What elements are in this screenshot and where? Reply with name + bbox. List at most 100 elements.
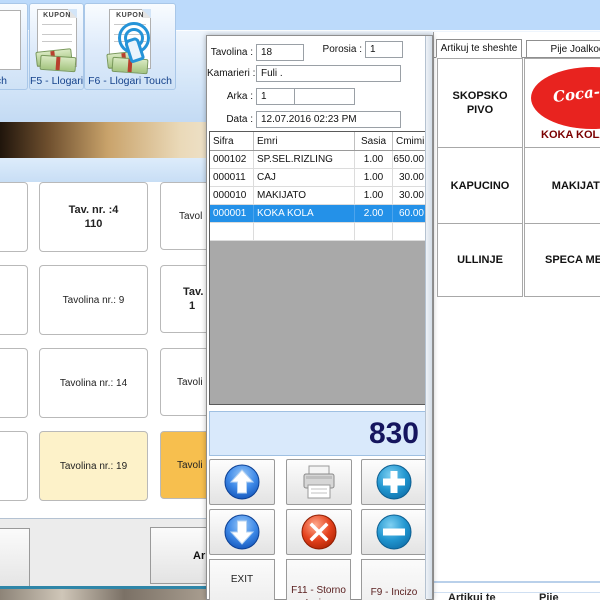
plus-icon <box>374 462 414 502</box>
bottom-tab-fragment[interactable]: Artikuj te <box>448 592 496 600</box>
toolbar-button-label: F5 - Llogari <box>30 75 83 87</box>
f6-llogari-touch-button[interactable]: KUPON F6 - Llogari Touch <box>84 3 176 90</box>
f5-llogari-button[interactable]: KUPON F5 - Llogari <box>29 3 84 90</box>
data-field[interactable]: 12.07.2016 02:23 PM <box>256 111 401 128</box>
tab-label: Pije <box>539 592 559 600</box>
porosia-label: Porosia : <box>312 44 362 55</box>
column-header-cmimi[interactable]: Cmimi <box>393 132 427 150</box>
table-row-selected[interactable]: 000001 KOKA KOLA 2.00 60.00 <box>210 205 427 223</box>
kupon-receipt-icon <box>0 10 21 70</box>
table-button-partial[interactable] <box>0 182 28 252</box>
tab-label: Artikuj te <box>448 592 496 600</box>
column-header-sasia[interactable]: Sasia <box>355 132 393 150</box>
column-header-emri[interactable]: Emri <box>254 132 355 150</box>
cell-sifra: 000010 <box>210 187 254 204</box>
minus-icon <box>374 512 414 552</box>
move-up-button[interactable] <box>209 459 275 505</box>
tab-pije-joalkoolike[interactable]: Pije Joalkoolike <box>526 40 600 58</box>
kamarieri-field[interactable]: Fuli . <box>256 65 401 82</box>
table-button-label: Tav. <box>183 285 203 299</box>
product-label: ULLINJE <box>457 253 503 267</box>
cancel-button[interactable] <box>286 509 352 555</box>
grid-header-row: Sifra Emri Sasia Cmimi <box>210 132 427 151</box>
product-label: SPECA ME LAKEN <box>545 253 600 267</box>
cell-sasia: 1.00 <box>355 151 393 168</box>
f11-storno-button[interactable]: F11 - Storno Incizo <box>286 559 351 600</box>
order-items-grid: Sifra Emri Sasia Cmimi 000102 SP.SEL.RIZ… <box>209 131 428 405</box>
arka-label: Arka : <box>207 91 253 102</box>
vertical-scrollbar[interactable] <box>425 36 432 599</box>
table-button-19[interactable]: Tavolina nr.: 19 <box>39 431 148 501</box>
cell-emri: SP.SEL.RIZLING <box>254 151 355 168</box>
product-label: SKOPSKO PIVO <box>438 89 522 117</box>
arka-field[interactable]: 1 <box>256 88 295 105</box>
cell-emri: MAKIJATO <box>254 187 355 204</box>
exit-button[interactable]: EXIT <box>209 559 275 600</box>
down-arrow-icon <box>222 512 262 552</box>
product-makijato[interactable]: MAKIJATO <box>524 147 600 224</box>
tavolina-field[interactable]: 18 <box>256 44 304 61</box>
table-button-label: Tavoli <box>177 460 203 471</box>
f9-button-label: F9 - Incizo <box>362 587 426 598</box>
cell-cmimi: 650.00 <box>393 151 427 168</box>
kupon-text: KUPON <box>38 12 76 19</box>
cell-sasia: 2.00 <box>355 205 393 222</box>
bottom-partial-button[interactable] <box>0 528 30 592</box>
cancel-icon <box>299 512 339 552</box>
column-header-sifra[interactable]: Sifra <box>210 132 254 150</box>
product-label: KAPUCINO <box>451 179 510 193</box>
bottom-tab-fragment[interactable]: Pije <box>539 592 559 600</box>
up-arrow-icon <box>222 462 262 502</box>
table-button-partial[interactable] <box>0 265 28 335</box>
print-button[interactable] <box>286 459 352 505</box>
move-down-button[interactable] <box>209 509 275 555</box>
data-label: Data : <box>207 114 253 125</box>
product-kapucino[interactable]: KAPUCINO <box>437 147 523 224</box>
product-ullinje[interactable]: ULLINJE <box>437 223 523 297</box>
table-button-partial[interactable] <box>0 348 28 418</box>
table-button-4[interactable]: Tav. nr. :4 110 <box>39 182 148 252</box>
total-value: 830 <box>369 417 419 451</box>
cell-cmimi: 60.00 <box>393 205 427 222</box>
cell-sasia: 1.00 <box>355 187 393 204</box>
printer-icon <box>298 462 340 502</box>
cell-emri: KOKA KOLA <box>254 205 355 222</box>
table-row[interactable]: 000102 SP.SEL.RIZLING 1.00 650.00 <box>210 151 427 169</box>
cell-sifra: 000001 <box>210 205 254 222</box>
product-speca-me-laken[interactable]: SPECA ME LAKEN <box>524 223 600 297</box>
cell-sasia: 1.00 <box>355 169 393 186</box>
cell-sifra: 000011 <box>210 169 254 186</box>
table-button-label: Tavolina nr.: 19 <box>60 461 127 472</box>
table-button-14[interactable]: Tavolina nr.: 14 <box>39 348 148 418</box>
remove-item-button[interactable] <box>361 509 427 555</box>
table-button-label: Tavolina nr.: 9 <box>63 295 125 306</box>
cell-sifra: 000102 <box>210 151 254 168</box>
product-label: MAKIJATO <box>552 179 600 193</box>
porosia-field[interactable]: 1 <box>365 41 403 58</box>
bottom-texture-strip <box>0 589 207 600</box>
order-panel: Tavolina : 18 Porosia : 1 Kamarieri : Fu… <box>206 35 433 600</box>
add-item-button[interactable] <box>361 459 427 505</box>
table-row-empty <box>210 223 427 241</box>
table-button-label: Tavol <box>179 211 202 222</box>
toolbar-button-label: F6 - Llogari Touch <box>85 75 175 87</box>
f11-button-label: F11 - Storno <box>287 585 350 596</box>
tab-artikuj-te-sheshte[interactable]: Artikuj te sheshte <box>436 39 522 58</box>
product-koka-kola[interactable]: Coca-Cola KOKA KOLA <box>524 58 600 148</box>
table-button-partial[interactable] <box>0 431 28 501</box>
kupon-text: KUPON <box>110 12 150 19</box>
f9-incizo-button[interactable]: F9 - Incizo <box>361 559 427 600</box>
order-total: 830 <box>209 411 428 456</box>
table-button-label: Tav. nr. :4 <box>69 203 119 217</box>
llogari-touch-partial-button[interactable]: Touch <box>0 3 28 90</box>
table-row[interactable]: 000011 CAJ 1.00 30.00 <box>210 169 427 187</box>
money-stack-icon <box>40 55 77 72</box>
pos-screen: Touch KUPON F5 - Llogari KUPON <box>0 0 600 600</box>
table-button-9[interactable]: Tavolina nr.: 9 <box>39 265 148 335</box>
arka-secondary-field[interactable] <box>294 88 355 105</box>
table-row[interactable]: 000010 MAKIJATO 1.00 30.00 <box>210 187 427 205</box>
product-skopsko-pivo[interactable]: SKOPSKO PIVO <box>437 58 523 148</box>
table-button-label: Tavoli <box>177 377 203 388</box>
product-label: KOKA KOLA <box>541 128 600 142</box>
kamarieri-label: Kamarieri : <box>207 68 253 79</box>
